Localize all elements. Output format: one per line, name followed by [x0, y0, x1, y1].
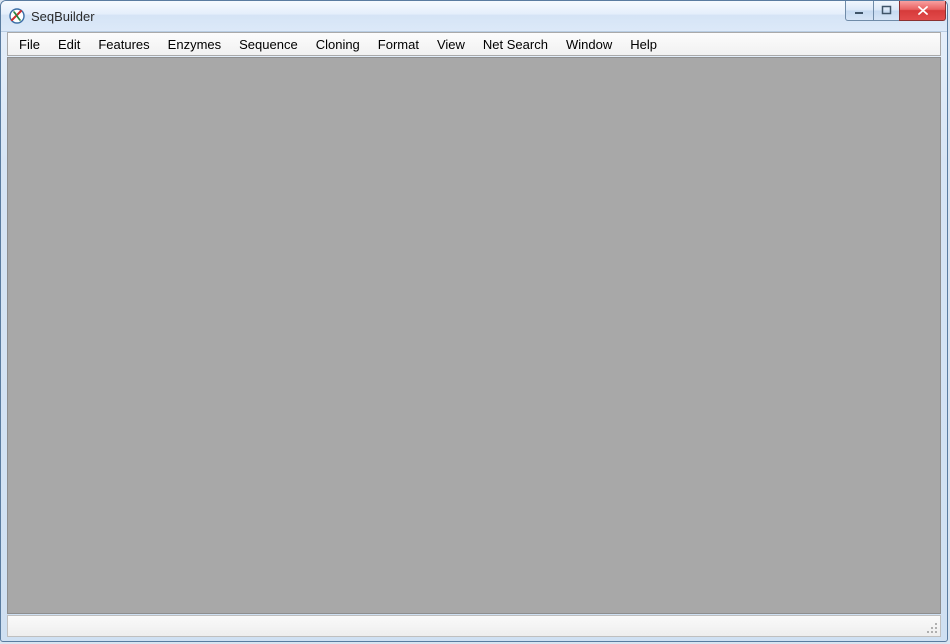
menu-cloning[interactable]: Cloning — [307, 35, 369, 54]
maximize-button[interactable] — [873, 1, 900, 21]
menu-enzymes[interactable]: Enzymes — [159, 35, 230, 54]
menu-edit[interactable]: Edit — [49, 35, 89, 54]
menu-format[interactable]: Format — [369, 35, 428, 54]
menubar: File Edit Features Enzymes Sequence Clon… — [7, 32, 941, 56]
mdi-client-area — [7, 57, 941, 614]
statusbar — [7, 615, 941, 637]
menu-view[interactable]: View — [428, 35, 474, 54]
minimize-button[interactable] — [845, 1, 874, 21]
window-controls — [846, 1, 946, 31]
app-window: SeqBuilder File Edit Features Enzymes — [0, 0, 948, 642]
resize-grip-icon[interactable] — [926, 622, 938, 634]
window-title: SeqBuilder — [31, 9, 846, 24]
menu-file[interactable]: File — [10, 35, 49, 54]
menu-sequence[interactable]: Sequence — [230, 35, 307, 54]
menu-net-search[interactable]: Net Search — [474, 35, 557, 54]
titlebar[interactable]: SeqBuilder — [1, 1, 947, 32]
menu-help[interactable]: Help — [621, 35, 666, 54]
app-icon — [9, 8, 25, 24]
menu-features[interactable]: Features — [89, 35, 158, 54]
menu-window[interactable]: Window — [557, 35, 621, 54]
close-button[interactable] — [899, 1, 946, 21]
